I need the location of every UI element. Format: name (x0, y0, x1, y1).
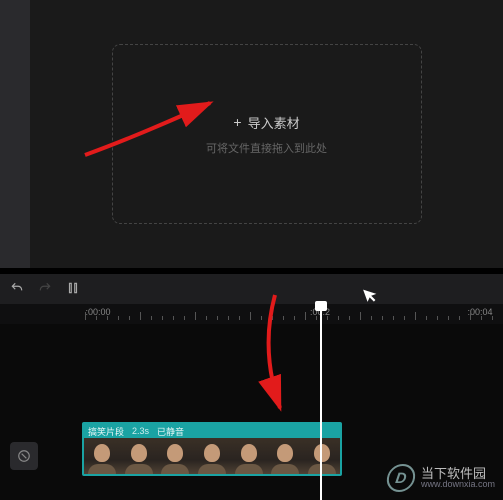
left-sidebar-strip (0, 0, 30, 268)
ruler-tick (448, 316, 449, 320)
ruler-tick (305, 312, 306, 320)
ruler-tick (481, 316, 482, 320)
ruler-tick (261, 316, 262, 320)
ruler-tick (239, 316, 240, 320)
ruler-tick (96, 316, 97, 320)
ruler-tick (415, 312, 416, 320)
split-button[interactable] (66, 281, 80, 298)
ruler-tick (382, 316, 383, 320)
clip-header: 搞笑片段 2.3s 已静音 (84, 424, 340, 438)
playhead[interactable] (320, 304, 322, 500)
video-clip[interactable]: 搞笑片段 2.3s 已静音 (82, 422, 342, 476)
ruler-tick (393, 316, 394, 320)
ruler-tick (371, 316, 372, 320)
clip-frame (84, 438, 121, 476)
ruler-label-4: :00:04 (467, 307, 492, 317)
ruler-tick (470, 312, 471, 320)
ruler-tick (118, 316, 119, 320)
ruler-tick (349, 316, 350, 320)
import-label: 导入素材 (248, 113, 300, 132)
ruler-tick (437, 316, 438, 320)
ruler-tick (184, 316, 185, 320)
ruler-tick (151, 316, 152, 320)
ruler-tick (327, 316, 328, 320)
watermark-en: www.downxia.com (421, 480, 495, 489)
ruler-tick (272, 316, 273, 320)
ruler-tick (360, 312, 361, 320)
clip-frame (267, 438, 304, 476)
ruler-tick (404, 316, 405, 320)
ruler-tick (129, 316, 130, 320)
ruler-tick (294, 316, 295, 320)
clip-frame (157, 438, 194, 476)
import-label-row: + 导入素材 (233, 113, 299, 132)
ruler-tick (162, 316, 163, 320)
ruler-tick (195, 312, 196, 320)
ruler-tick (459, 316, 460, 320)
plus-icon: + (233, 114, 241, 130)
import-media-dropzone[interactable]: + 导入素材 可将文件直接拖入到此处 (112, 44, 422, 224)
undo-button[interactable] (10, 281, 24, 298)
ruler-tick (217, 316, 218, 320)
clip-frame (230, 438, 267, 476)
clip-duration: 2.3s (132, 426, 149, 436)
ruler-tick (283, 316, 284, 320)
ruler-tick (316, 316, 317, 320)
track-toggle-button[interactable] (10, 442, 38, 470)
watermark-logo-icon: D (385, 464, 417, 492)
ruler-tick (338, 316, 339, 320)
ruler-tick (107, 316, 108, 320)
ruler-tick (173, 316, 174, 320)
ruler-tick (85, 312, 86, 320)
import-hint: 可将文件直接拖入到此处 (206, 140, 327, 156)
ruler-tick (206, 316, 207, 320)
clip-name: 搞笑片段 (88, 425, 124, 438)
timeline-ruler[interactable]: :00:00 :00:2 :00:04 (0, 304, 503, 324)
ruler-tick (492, 316, 493, 320)
media-panel: + 导入素材 可将文件直接拖入到此处 (30, 0, 503, 268)
ruler-tick (426, 316, 427, 320)
ruler-tick (140, 312, 141, 320)
redo-button (38, 281, 52, 298)
clip-frame (121, 438, 158, 476)
playhead-handle[interactable] (315, 301, 327, 311)
watermark: D 当下软件园 www.downxia.com (387, 464, 495, 492)
clip-frame (194, 438, 231, 476)
clip-thumbnails (84, 438, 340, 476)
ruler-tick (228, 316, 229, 320)
timeline-toolbar (0, 274, 503, 304)
ruler-tick (250, 312, 251, 320)
clip-mute-label: 已静音 (157, 425, 184, 438)
